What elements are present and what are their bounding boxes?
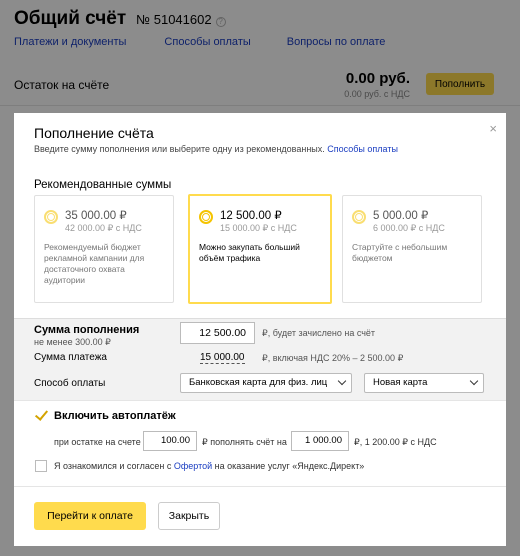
payment-sum-note: ₽, включая НДС 20% – 2 500.00 ₽ (262, 353, 404, 363)
card-desc: Можно закупать больший объём трафика (199, 242, 300, 263)
payment-sum-value: 15 000.00 (200, 352, 245, 364)
card-desc: Рекомендуемый бюджет рекламной кампании … (44, 242, 145, 285)
pay-button[interactable]: Перейти к оплате (34, 502, 146, 530)
method-label: Способ оплаты (34, 378, 106, 389)
autopay-text-2: ₽ пополнять счёт на (202, 437, 287, 447)
autopay-amount-input[interactable]: 1 000.00 (291, 431, 349, 451)
topup-min: не менее 300.00 ₽ (34, 337, 111, 347)
card-vat: 15 000.00 ₽ с НДС (220, 223, 297, 233)
topup-note: ₽, будет зачислено на счёт (262, 328, 376, 338)
close-icon[interactable]: × (489, 121, 497, 136)
recommended-card-35000[interactable]: 35 000.00 ₽ 42 000.00 ₽ с НДС Рекомендуе… (34, 195, 174, 303)
coin-icon (352, 210, 366, 224)
autopay-label: Включить автоплатёж (54, 410, 176, 422)
payment-methods-modal-link[interactable]: Способы оплаты (327, 144, 398, 154)
divider (14, 486, 506, 487)
modal-title: Пополнение счёта (34, 125, 154, 141)
card-amount: 5 000.00 ₽ (373, 210, 429, 222)
payment-section: Сумма пополнения не менее 300.00 ₽ 12 50… (14, 318, 506, 400)
modal-subtitle-text: Введите сумму пополнения или выберите од… (34, 144, 325, 154)
coin-icon (44, 210, 58, 224)
payment-method-select[interactable]: Банковская карта для физ. лиц (180, 373, 352, 393)
topup-sum-input[interactable]: 12 500.00 (180, 322, 255, 344)
payment-sum-label: Сумма платежа (34, 352, 107, 363)
card-amount: 12 500.00 ₽ (220, 210, 282, 222)
card-select-value: Новая карта (373, 377, 428, 388)
autopay-threshold-input[interactable]: 100.00 (143, 431, 197, 451)
topup-modal: × Пополнение счёта Введите сумму пополне… (14, 113, 506, 546)
autopay-text-3: ₽, 1 200.00 ₽ с НДС (354, 437, 437, 447)
recommended-card-12500[interactable]: 12 500.00 ₽ 15 000.00 ₽ с НДС Можно заку… (188, 194, 332, 304)
card-desc: Стартуйте с небольшим бюджетом (352, 242, 448, 263)
divider (14, 400, 506, 401)
agree-checkbox[interactable] (35, 460, 47, 472)
chevron-down-icon (469, 376, 479, 386)
agree-text-2: на оказание услуг «Яндекс.Директ» (214, 461, 365, 471)
topup-sum-label: Сумма пополнения (34, 324, 140, 336)
payment-method-value: Банковская карта для физ. лиц (189, 377, 328, 388)
coin-icon (199, 210, 213, 224)
modal-subtitle: Введите сумму пополнения или выберите од… (34, 144, 398, 154)
recommended-title: Рекомендованные суммы (34, 179, 172, 191)
recommended-card-5000[interactable]: 5 000.00 ₽ 6 000.00 ₽ с НДС Стартуйте с … (342, 195, 482, 303)
card-select[interactable]: Новая карта (364, 373, 484, 393)
card-vat: 42 000.00 ₽ с НДС (65, 223, 142, 233)
chevron-down-icon (337, 376, 347, 386)
autopay-checkbox[interactable] (35, 409, 47, 421)
card-amount: 35 000.00 ₽ (65, 210, 127, 222)
card-vat: 6 000.00 ₽ с НДС (373, 223, 445, 233)
autopay-text-1: при остатке на счете (54, 437, 141, 447)
offer-link[interactable]: Офертой (174, 461, 212, 471)
close-button[interactable]: Закрыть (158, 502, 220, 530)
agree-text-1: Я ознакомился и согласен с (54, 461, 172, 471)
agree-text: Я ознакомился и согласен с Офертой на ок… (54, 461, 364, 471)
